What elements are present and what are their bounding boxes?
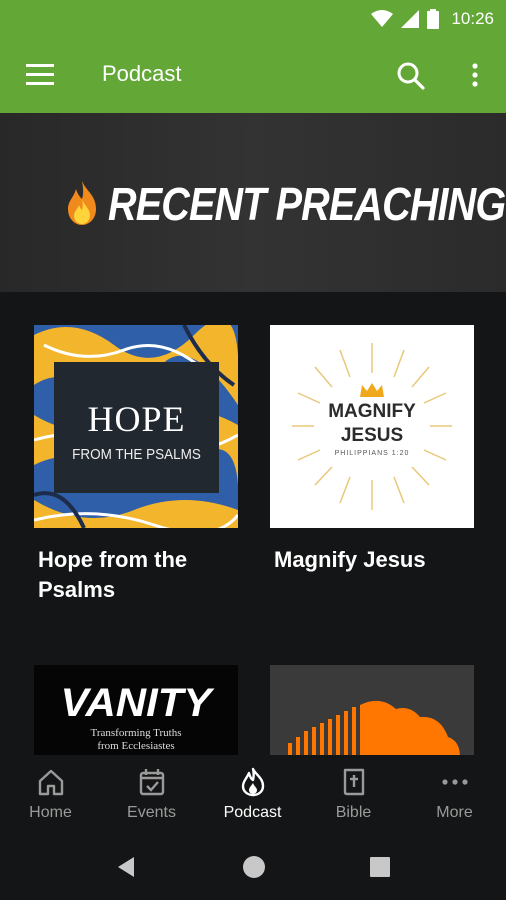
- hope-title-panel: HOPE FROM THE PSALMS: [54, 362, 219, 493]
- menu-icon[interactable]: [26, 64, 54, 86]
- recents-icon[interactable]: [369, 856, 391, 878]
- nav-item-home[interactable]: Home: [0, 755, 101, 835]
- bible-icon: [343, 768, 365, 796]
- more-vertical-icon[interactable]: [466, 61, 484, 91]
- home-circle-icon[interactable]: [242, 855, 266, 879]
- page-title: Podcast: [102, 61, 182, 86]
- crown-icon: [360, 383, 384, 397]
- nav-label-home: Home: [29, 804, 72, 821]
- soundcloud-icon: [288, 700, 460, 755]
- podcast-title: Hope from the Psalms: [38, 547, 188, 602]
- status-time: 10:26: [451, 9, 494, 28]
- magnify-art-line1: MAGNIFY: [328, 401, 416, 422]
- nav-label-podcast: Podcast: [223, 804, 282, 821]
- podcast-artwork-magnify: MAGNIFY JESUS PHILIPPIANS 1:20: [270, 325, 474, 528]
- app-bar: Podcast: [0, 37, 506, 113]
- bottom-navigation: Home Events Podcast Bible More: [0, 755, 506, 835]
- vanity-art-title: VANITY: [60, 681, 212, 725]
- hope-art-subtitle: FROM THE PSALMS: [72, 446, 201, 463]
- banner-title: RECENT PREACHING: [108, 178, 506, 230]
- back-icon[interactable]: [114, 855, 138, 879]
- nav-label-events: Events: [127, 804, 176, 821]
- podcast-artwork-soundcloud: [270, 665, 474, 755]
- nav-label-more: More: [436, 804, 473, 821]
- podcast-artwork-hope: HOPE FROM THE PSALMS: [34, 325, 238, 528]
- battery-icon: [427, 9, 440, 29]
- search-icon[interactable]: [396, 61, 426, 91]
- magnify-art-line2: JESUS: [340, 425, 404, 446]
- status-icons: 10:26: [371, 6, 494, 32]
- more-horizontal-icon: [442, 779, 468, 785]
- flame-icon: [241, 767, 265, 797]
- calendar-icon: [139, 769, 165, 796]
- wifi-icon: [371, 10, 394, 27]
- recent-preaching-banner[interactable]: RECENT PREACHING: [0, 113, 506, 292]
- hope-art-title: HOPE: [87, 399, 186, 439]
- vanity-art-line2: from Ecclesiastes: [97, 740, 175, 752]
- nav-item-events[interactable]: Events: [101, 755, 202, 835]
- magnify-art-line3: PHILIPPIANS 1:20: [334, 450, 410, 457]
- cellular-signal-icon: [401, 10, 420, 28]
- nav-item-bible[interactable]: Bible: [303, 755, 404, 835]
- status-bar: 10:26: [0, 0, 506, 37]
- vanity-art-line1: Transforming Truths: [90, 727, 182, 739]
- podcast-artwork-vanity: VANITY Transforming Truths from Ecclesia…: [34, 665, 238, 755]
- nav-item-more[interactable]: More: [404, 755, 505, 835]
- podcast-grid: HOPE FROM THE PSALMS Hope from the Psalm…: [0, 292, 506, 755]
- podcast-title: Magnify Jesus: [274, 547, 426, 572]
- system-navigation-bar: [0, 835, 506, 900]
- flame-icon: [68, 181, 96, 225]
- nav-label-bible: Bible: [335, 804, 372, 821]
- home-icon: [38, 769, 64, 796]
- nav-item-podcast[interactable]: Podcast: [202, 755, 303, 835]
